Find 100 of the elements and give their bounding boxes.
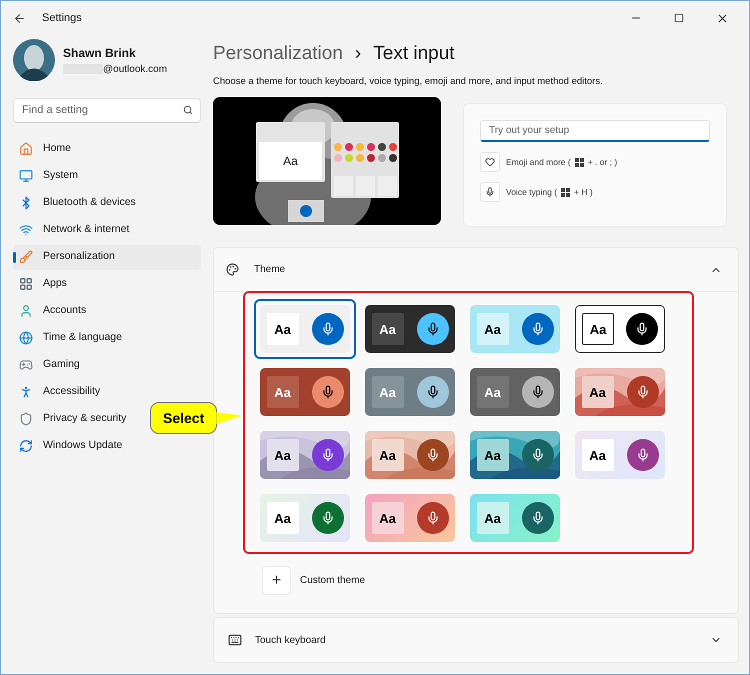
- palette-icon: [226, 263, 239, 276]
- sidebar-item[interactable]: Accessibility: [13, 380, 201, 404]
- theme-option[interactable]: Aa: [569, 299, 671, 360]
- sidebar-item[interactable]: Time & language: [13, 326, 201, 350]
- key-preview: Aa: [259, 142, 322, 180]
- close-icon[interactable]: [716, 12, 729, 24]
- theme-option[interactable]: Aa: [569, 362, 671, 422]
- touch-keyboard-row[interactable]: Touch keyboard: [213, 617, 739, 664]
- microphone-icon: [320, 322, 334, 336]
- theme-option[interactable]: Aa: [359, 425, 461, 486]
- system-icon: [19, 169, 33, 183]
- shortcut-keys: + H ): [574, 186, 593, 199]
- key-preview: Aa: [372, 313, 404, 346]
- key-preview: Aa: [476, 313, 508, 346]
- windows-key-icon: [561, 188, 570, 197]
- sidebar-item[interactable]: Personalization: [13, 244, 201, 270]
- time-icon: [19, 331, 33, 345]
- breadcrumb-separator: ›: [354, 42, 362, 66]
- microphone-icon: [320, 385, 334, 400]
- sidebar-item[interactable]: Gaming: [13, 352, 201, 378]
- gaming-icon: [19, 358, 33, 372]
- theme-title: Theme: [254, 263, 286, 278]
- key-preview: Aa: [266, 439, 298, 472]
- back-icon[interactable]: [13, 12, 26, 24]
- page-description: Choose a theme for touch keyboard, voice typing, emoji and more, and input method editors.: [213, 75, 604, 89]
- key-preview: Aa: [372, 376, 404, 408]
- theme-option[interactable]: Aa: [464, 362, 566, 422]
- sidebar-item[interactable]: Bluetooth & devices: [13, 190, 201, 216]
- apps-icon: [19, 277, 33, 291]
- windows-key-icon: [574, 158, 584, 167]
- custom-theme-label: Custom theme: [300, 574, 366, 588]
- sidebar-item[interactable]: Network & internet: [13, 218, 201, 242]
- key-preview: Aa: [476, 376, 508, 408]
- maximize-icon[interactable]: [674, 13, 684, 23]
- theme-option[interactable]: Aa: [254, 299, 356, 360]
- shortcut-keys: + . or ; ): [588, 156, 618, 169]
- theme-option[interactable]: Aa: [464, 299, 566, 360]
- search-icon: [183, 105, 193, 115]
- sidebar-item[interactable]: Apps: [13, 272, 201, 296]
- shortcut-icon-tile[interactable]: [480, 182, 500, 202]
- selection-indicator: [13, 252, 16, 262]
- microphone-icon: [426, 511, 440, 526]
- sidebar-item[interactable]: Accounts: [13, 298, 201, 324]
- theme-option[interactable]: Aa: [464, 425, 566, 486]
- microphone-icon: [635, 322, 649, 336]
- keyboard-icon: [228, 633, 242, 648]
- add-custom-theme-button[interactable]: +: [262, 566, 291, 596]
- microphone-icon: [485, 187, 495, 198]
- window-title: Settings: [42, 10, 82, 26]
- heart-icon: [485, 157, 495, 168]
- breadcrumb-parent[interactable]: Personalization: [213, 40, 343, 68]
- microphone-icon: [426, 385, 440, 400]
- sidebar-item[interactable]: Home: [13, 136, 201, 162]
- microphone-icon: [530, 448, 544, 462]
- sidebar-item[interactable]: System: [13, 164, 201, 188]
- theme-header[interactable]: Theme: [214, 248, 738, 292]
- tryout-field[interactable]: Try out your setup: [480, 120, 710, 142]
- key-preview: Aa: [266, 502, 298, 534]
- accounts-icon: [19, 304, 33, 318]
- personalization-icon: [19, 250, 33, 264]
- key-preview: Aa: [582, 376, 614, 408]
- shortcut-label: Voice typing (: [506, 186, 558, 199]
- key-preview: Aa: [372, 439, 404, 472]
- theme-option[interactable]: Aa: [464, 488, 566, 548]
- shortcut-label: Emoji and more (: [506, 156, 571, 169]
- key-preview: Aa: [582, 313, 614, 346]
- theme-option[interactable]: Aa: [254, 425, 356, 486]
- microphone-icon: [530, 511, 544, 526]
- theme-option[interactable]: Aa: [254, 488, 356, 548]
- page-title: Text input: [373, 42, 455, 66]
- theme-option[interactable]: Aa: [254, 362, 356, 422]
- search-field[interactable]: Find a setting: [13, 98, 201, 122]
- microphone-icon: [320, 448, 334, 462]
- shortcut-icon-tile[interactable]: [480, 152, 500, 172]
- key-preview: Aa: [266, 376, 298, 408]
- sidebar-item[interactable]: Windows Update: [13, 434, 201, 458]
- avatar: [13, 39, 55, 81]
- microphone-icon: [636, 448, 650, 462]
- network-icon: [19, 223, 33, 237]
- key-preview: Aa: [476, 502, 508, 534]
- theme-option[interactable]: Aa: [359, 299, 461, 360]
- theme-option[interactable]: Aa: [569, 425, 671, 486]
- accessibility-icon: [19, 385, 33, 399]
- key-preview: Aa: [266, 313, 298, 346]
- home-icon: [19, 142, 33, 156]
- key-preview: Aa: [476, 439, 508, 472]
- key-preview: Aa: [582, 439, 614, 472]
- microphone-icon: [426, 448, 440, 462]
- account-name: Shawn Brink: [63, 44, 137, 62]
- key-preview: Aa: [372, 502, 404, 534]
- privacy-icon: [19, 412, 33, 426]
- theme-option[interactable]: Aa: [359, 488, 461, 548]
- account-email: @outlook.com: [103, 62, 168, 76]
- microphone-icon: [530, 322, 544, 336]
- select-tooltip: Select: [150, 402, 242, 434]
- microphone-icon: [320, 511, 334, 526]
- microphone-icon: [426, 322, 440, 336]
- microphone-icon: [530, 385, 544, 400]
- microphone-icon: [636, 385, 650, 400]
- touch-keyboard-title: Touch keyboard: [255, 634, 326, 648]
